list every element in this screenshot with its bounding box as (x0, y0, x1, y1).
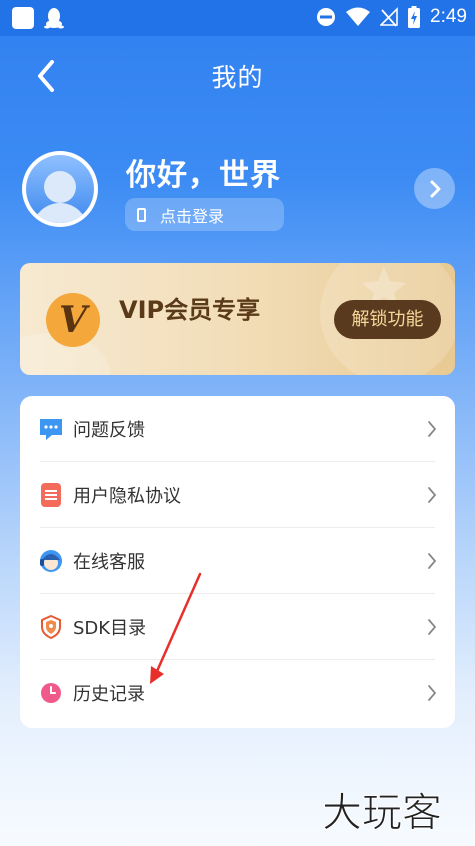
battery-charging-icon (408, 6, 421, 28)
menu-item-label: 用户隐私协议 (73, 486, 181, 507)
chevron-right-icon (430, 180, 440, 197)
annotation-arrow-icon (150, 572, 202, 684)
menu-item-history[interactable]: 历史记录 (20, 660, 455, 726)
vip-title: VIP会员专享 (119, 296, 261, 324)
qq-penguin-icon (44, 7, 64, 29)
profile-detail-button[interactable] (414, 168, 455, 209)
login-button[interactable]: 点击登录 (125, 198, 284, 231)
vip-crown-decoration-icon (362, 267, 406, 305)
page-title: 我的 (211, 63, 264, 92)
customer-service-icon (38, 548, 64, 574)
menu-item-label: SDK目录 (73, 618, 147, 639)
vip-badge-icon: V (46, 293, 100, 347)
login-label: 点击登录 (160, 206, 225, 226)
notification-app-icon (12, 7, 34, 29)
menu-item-privacy[interactable]: 用户隐私协议 (20, 462, 455, 528)
watermark-logo: 大玩客 (322, 790, 443, 835)
clock-icon (38, 680, 64, 706)
menu-item-label: 问题反馈 (73, 420, 145, 441)
menu-item-label: 在线客服 (73, 552, 145, 573)
chevron-right-icon (428, 553, 437, 569)
menu-item-label: 历史记录 (73, 684, 145, 705)
phone-icon (137, 207, 146, 222)
unlock-button[interactable]: 解锁功能 (334, 300, 441, 339)
status-time: 2:49 (430, 6, 467, 27)
chevron-right-icon (428, 619, 437, 635)
wifi-icon (346, 7, 371, 27)
avatar[interactable] (22, 151, 98, 227)
chevron-right-icon (428, 685, 437, 701)
sdk-shield-icon (38, 614, 64, 640)
watermark-text: 大玩客 (322, 790, 442, 834)
chevron-right-icon (428, 421, 437, 437)
privacy-doc-icon (38, 482, 64, 508)
menu-list: 问题反馈 用户隐私协议 在线客服 SDK目录 历史记录 (20, 396, 455, 728)
do-not-disturb-icon (316, 7, 336, 27)
menu-item-feedback[interactable]: 问题反馈 (20, 396, 455, 462)
vip-card[interactable]: V VIP会员专享 解锁功能 (20, 263, 455, 375)
no-signal-icon (380, 7, 398, 27)
greeting-text: 你好，世界 (126, 158, 281, 193)
status-bar: 2:49 (0, 0, 475, 36)
chevron-right-icon (428, 487, 437, 503)
menu-item-customer-service[interactable]: 在线客服 (20, 528, 455, 594)
menu-item-sdk[interactable]: SDK目录 (20, 594, 455, 660)
feedback-icon (38, 416, 64, 442)
